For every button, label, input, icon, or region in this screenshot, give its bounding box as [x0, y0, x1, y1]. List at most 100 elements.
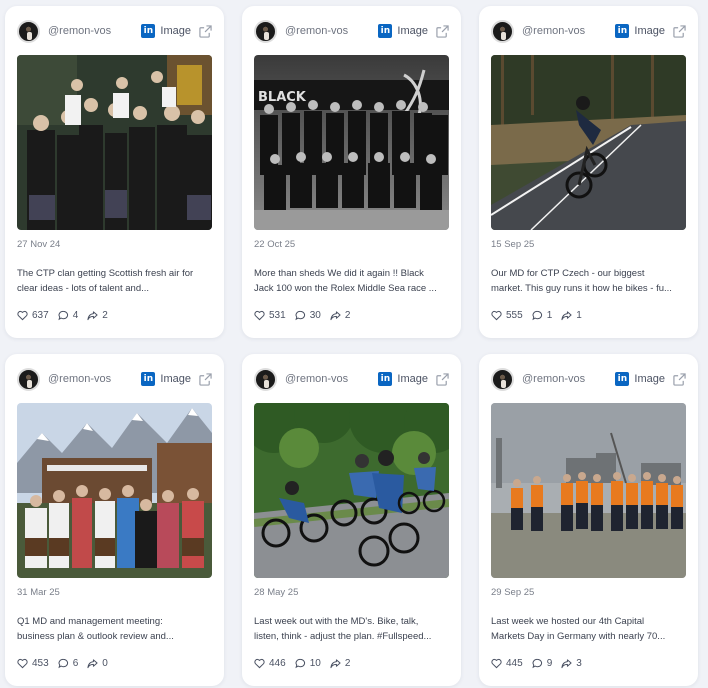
heart-icon	[17, 658, 28, 669]
comments-count: 1	[546, 310, 553, 321]
heart-icon	[17, 310, 28, 321]
caption-line: Jack 100 won the Rolex Middle Sea race .…	[254, 283, 437, 294]
post-date: 31 Mar 25	[17, 587, 60, 598]
post-header: @remon-vos in Image	[17, 19, 212, 43]
post-card[interactable]: @remon-vos in Image	[5, 6, 224, 338]
likes-stat: 555	[491, 310, 523, 321]
external-link-icon[interactable]	[436, 372, 449, 386]
shares-count: 2	[344, 658, 351, 669]
linkedin-icon: in	[615, 24, 630, 38]
comment-icon	[58, 310, 68, 321]
post-card[interactable]: @remon-vos in Image	[5, 354, 224, 686]
comment-icon	[58, 658, 68, 669]
shares-stat: 1	[561, 310, 582, 321]
author-handle[interactable]: @remon-vos	[285, 373, 378, 385]
heart-icon	[491, 310, 502, 321]
post-caption[interactable]: Last week we hosted our 4th Capital Mark…	[491, 614, 688, 644]
post-card[interactable]: @remon-vos in Image	[479, 354, 698, 686]
share-icon	[330, 659, 341, 669]
caption-line: Markets Day in Germany with nearly 70...	[491, 631, 666, 642]
shares-count: 0	[102, 658, 108, 669]
likes-count: 445	[506, 658, 523, 669]
post-type-label: Image	[634, 25, 665, 37]
external-link-icon[interactable]	[199, 372, 212, 386]
author-handle[interactable]: @remon-vos	[48, 373, 141, 385]
caption-line: Our MD for CTP Czech - our biggest	[491, 268, 645, 279]
caption-line: More than sheds We did it again !! Black	[254, 268, 424, 279]
post-header: @remon-vos in Image	[254, 367, 449, 391]
posts-grid: @remon-vos in Image 27 Nov 24 The CTP cl…	[5, 6, 698, 686]
comments-stat: 30	[295, 310, 321, 321]
post-caption[interactable]: The CTP clan getting Scottish fresh air …	[17, 266, 214, 296]
comment-icon	[532, 658, 542, 669]
linkedin-icon: in	[378, 372, 393, 386]
external-link-icon[interactable]	[436, 24, 449, 38]
author-handle[interactable]: @remon-vos	[522, 373, 615, 385]
share-icon	[330, 311, 341, 321]
post-caption[interactable]: More than sheds We did it again !! Black…	[254, 266, 451, 296]
post-image[interactable]	[17, 403, 212, 578]
post-stats: 531 30 2	[254, 310, 359, 321]
linkedin-icon: in	[378, 24, 393, 38]
shares-stat: 2	[87, 310, 108, 321]
heart-icon	[254, 658, 265, 669]
linkedin-glyph: in	[380, 26, 391, 36]
avatar	[254, 19, 277, 43]
post-card[interactable]: @remon-vos in Image BLACK 22 Oct 25 More…	[242, 6, 461, 338]
likes-stat: 445	[491, 658, 523, 669]
linkedin-icon: in	[141, 24, 156, 38]
post-caption[interactable]: Q1 MD and management meeting: business p…	[17, 614, 214, 644]
post-card[interactable]: @remon-vos in Image	[242, 354, 461, 686]
share-icon	[87, 311, 98, 321]
caption-line: business plan & outlook review and...	[17, 631, 174, 642]
likes-count: 453	[32, 658, 49, 669]
comments-count: 10	[309, 658, 321, 669]
svg-text:BLACK: BLACK	[258, 90, 307, 105]
author-handle[interactable]: @remon-vos	[522, 25, 615, 37]
share-icon	[561, 311, 572, 321]
post-image[interactable]	[254, 403, 449, 578]
caption-line: Q1 MD and management meeting:	[17, 616, 163, 627]
comments-count: 6	[72, 658, 79, 669]
post-image[interactable]	[491, 403, 686, 578]
post-card[interactable]: @remon-vos in Image	[479, 6, 698, 338]
author-handle[interactable]: @remon-vos	[48, 25, 141, 37]
author-handle[interactable]: @remon-vos	[285, 25, 378, 37]
avatar	[491, 367, 514, 391]
comment-icon	[295, 658, 305, 669]
caption-line: clear ideas - lots of talent and...	[17, 283, 150, 294]
comments-stat: 10	[295, 658, 321, 669]
caption-line: Last week we hosted our 4th Capital	[491, 616, 645, 627]
comment-icon	[532, 310, 542, 321]
post-image[interactable]	[491, 55, 686, 230]
linkedin-glyph: in	[143, 374, 154, 384]
likes-count: 555	[506, 310, 523, 321]
caption-line: market. This guy runs it how he bikes - …	[491, 283, 672, 294]
post-stats: 445 9 3	[491, 658, 591, 669]
comments-count: 4	[72, 310, 79, 321]
post-image[interactable]	[17, 55, 212, 230]
post-date: 29 Sep 25	[491, 587, 535, 598]
external-link-icon[interactable]	[673, 372, 686, 386]
external-link-icon[interactable]	[199, 24, 212, 38]
caption-line: listen, think - adjust the plan. #Fullsp…	[254, 631, 432, 642]
avatar	[17, 367, 40, 391]
post-date: 27 Nov 24	[17, 239, 61, 250]
shares-stat: 0	[87, 658, 108, 669]
shares-count: 2	[102, 310, 108, 321]
caption-line: The CTP clan getting Scottish fresh air …	[17, 268, 194, 279]
post-image[interactable]: BLACK	[254, 55, 449, 230]
likes-count: 531	[269, 310, 286, 321]
post-type-label: Image	[634, 373, 665, 385]
likes-stat: 637	[17, 310, 49, 321]
linkedin-icon: in	[141, 372, 156, 386]
comments-stat: 9	[532, 658, 552, 669]
post-date: 15 Sep 25	[491, 239, 535, 250]
linkedin-glyph: in	[617, 26, 628, 36]
share-icon	[87, 659, 98, 669]
shares-stat: 2	[330, 658, 351, 669]
likes-stat: 453	[17, 658, 49, 669]
post-caption[interactable]: Last week out with the MD's. Bike, talk,…	[254, 614, 451, 644]
external-link-icon[interactable]	[673, 24, 686, 38]
post-caption[interactable]: Our MD for CTP Czech - our biggest marke…	[491, 266, 688, 296]
